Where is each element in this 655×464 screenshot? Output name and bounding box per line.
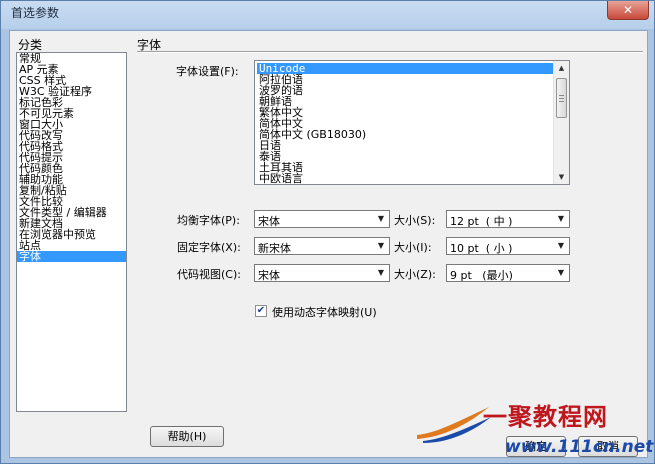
watermark-brand: 一聚教程网 [483, 402, 608, 431]
section-divider [137, 51, 643, 53]
fixed-font-select[interactable]: 新宋体 ▼ [254, 237, 390, 255]
watermark-swoosh [417, 407, 491, 443]
font-list-scrollbar[interactable]: ▲ ▼ [553, 61, 569, 184]
scrollbar-thumb[interactable] [556, 78, 567, 118]
code-view-font-value: 宋体 [258, 269, 280, 282]
proportional-font-value: 宋体 [258, 215, 280, 228]
font-setting-list[interactable]: Unicode 阿拉伯语 波罗的语 朝鲜语 繁体中文 简体中文 简体中文 (GB18030)… [254, 60, 570, 185]
font-setting-item[interactable]: 中欧语言 [257, 173, 553, 184]
proportional-font-label: 均衡字体(P): [177, 214, 240, 227]
code-view-font-select[interactable]: 宋体 ▼ [254, 264, 390, 282]
window-title: 首选参数 [11, 6, 60, 20]
dropdown-arrow-icon: ▼ [557, 268, 565, 277]
checkmark-icon: ✔ [256, 305, 266, 316]
category-item[interactable]: 字体 [17, 251, 126, 262]
fixed-size-label: 大小(I): [394, 241, 432, 254]
font-setting-item[interactable]: 波罗的语 [257, 85, 553, 96]
dropdown-arrow-icon: ▼ [377, 241, 385, 250]
category-list[interactable]: 常规 AP 元素 CSS 样式 W3C 验证程序 标记色彩 不可见元素 窗口大小 代码改写 代码… [16, 52, 127, 412]
proportional-size-select[interactable]: 12 pt ( 中 ) ▼ [446, 210, 570, 228]
close-button[interactable]: ✕ [607, 1, 649, 20]
dropdown-arrow-icon: ▼ [557, 214, 565, 223]
code-view-size-label: 大小(Z): [394, 268, 436, 281]
code-view-size-select[interactable]: 9 pt (最小) ▼ [446, 264, 570, 282]
dropdown-arrow-icon: ▼ [557, 241, 565, 250]
dynamic-font-mapping-checkbox[interactable]: ✔ [255, 305, 267, 317]
help-button[interactable]: 帮助(H) [150, 426, 224, 447]
grip-line [559, 101, 564, 102]
watermark-logo: 一聚教程网 www.111cn.net [413, 397, 653, 463]
dropdown-arrow-icon: ▼ [377, 214, 385, 223]
fixed-font-value: 新宋体 [258, 242, 291, 255]
proportional-font-select[interactable]: 宋体 ▼ [254, 210, 390, 228]
fixed-font-label: 固定字体(X): [177, 241, 241, 254]
dropdown-arrow-icon: ▼ [377, 268, 385, 277]
font-setting-label: 字体设置(F): [176, 65, 239, 78]
title-bar[interactable]: 首选参数 ✕ [1, 1, 654, 29]
font-setting-item[interactable]: 简体中文 (GB18030) [257, 129, 553, 140]
preferences-window: 首选参数 ✕ 分类 常规 AP 元素 CSS 样式 W3C 验证程序 标记色彩 不可见元素… [0, 0, 655, 464]
dynamic-font-mapping-label[interactable]: 使用动态字体映射(U) [272, 304, 377, 320]
fixed-size-value: 10 pt ( 小 ) [450, 242, 513, 255]
scroll-down-icon[interactable]: ▼ [554, 170, 569, 184]
proportional-size-value: 12 pt ( 中 ) [450, 215, 513, 228]
proportional-size-label: 大小(S): [394, 214, 436, 227]
code-view-size-value: 9 pt (最小) [450, 269, 513, 282]
category-label: 分类 [18, 38, 43, 52]
close-icon: ✕ [622, 3, 634, 17]
dialog-client-area: 分类 常规 AP 元素 CSS 样式 W3C 验证程序 标记色彩 不可见元素 窗口大小 代码改… [9, 30, 648, 458]
font-setting-item[interactable]: 日语 [257, 140, 553, 151]
watermark-url: www.111cn.net [505, 437, 654, 457]
fixed-size-select[interactable]: 10 pt ( 小 ) ▼ [446, 237, 570, 255]
grip-line [559, 95, 564, 96]
font-setting-items: Unicode 阿拉伯语 波罗的语 朝鲜语 繁体中文 简体中文 简体中文 (GB18030)… [257, 63, 553, 184]
grip-line [559, 98, 564, 99]
code-view-label: 代码视图(C): [177, 268, 241, 281]
scroll-up-icon[interactable]: ▲ [554, 61, 569, 75]
